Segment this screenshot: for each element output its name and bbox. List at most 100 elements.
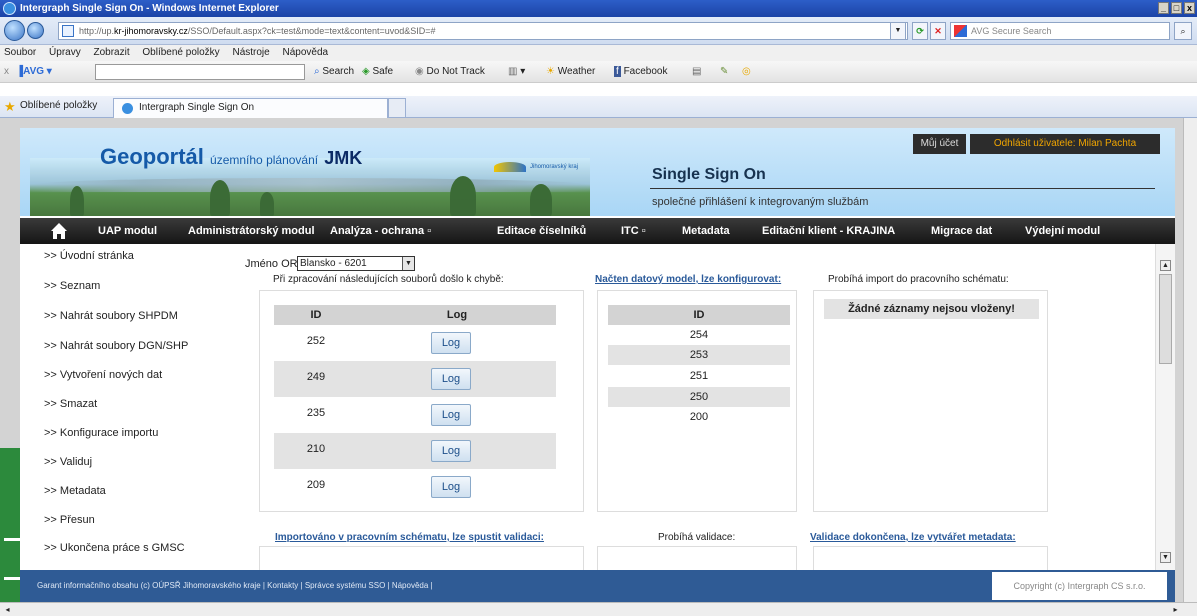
sidebar-item-uvod[interactable]: >> Úvodní stránka xyxy=(44,250,134,262)
scroll-thumb[interactable] xyxy=(1159,274,1172,364)
menu-upravy[interactable]: Úpravy xyxy=(49,47,81,58)
nav-migrace-dat[interactable]: Migrace dat xyxy=(931,218,992,244)
sidebar-item-ukoncena[interactable]: >> Ukončena práce s GMSC xyxy=(44,542,185,554)
loaded-row[interactable]: 253 xyxy=(608,345,790,365)
avg-button[interactable]: ▐AVG ▾ xyxy=(16,65,52,79)
tree-shape xyxy=(450,176,476,216)
print-icon[interactable]: ▤ xyxy=(692,65,701,79)
window-titlebar: Intergraph Single Sign On - Windows Inte… xyxy=(0,0,1197,17)
eye-icon: ◉ xyxy=(415,66,424,77)
sidebar-item-dgn-shp[interactable]: >> Nahrát soubory DGN/SHP xyxy=(44,340,188,352)
address-dropdown[interactable]: ▼ xyxy=(890,22,906,40)
nav-uap-modul[interactable]: UAP modul xyxy=(98,218,157,244)
sso-divider xyxy=(650,188,1155,189)
avg-toolbar: x ▐AVG ▾ ⌕ Search ◈ Safe ◉ Do Not Track … xyxy=(0,61,1197,83)
footer-links[interactable]: Garant informačního obsahu (c) OÚPSŘ Jih… xyxy=(37,581,433,590)
imported-panel-title[interactable]: Importováno v pracovním schématu, lze sp… xyxy=(275,532,544,543)
forward-icon[interactable] xyxy=(27,22,44,39)
menu-oblibene[interactable]: Oblíbené položky xyxy=(142,47,219,58)
validating-panel-title: Probíhá validace: xyxy=(658,532,736,543)
weather-button[interactable]: ☀ Weather xyxy=(546,65,595,79)
logout-button[interactable]: Odhlásit uživatele: Milan Pachta xyxy=(970,134,1160,154)
loaded-row[interactable]: 254 xyxy=(608,325,790,345)
sidebar-item-shpdm[interactable]: >> Nahrát soubory SHPDM xyxy=(44,310,178,322)
magnifier-icon: ⌕ xyxy=(314,66,320,77)
address-field[interactable]: http://up.kr-jihomoravsky.cz/SSO/Default… xyxy=(58,22,908,40)
sidebar-item-validuj[interactable]: >> Validuj xyxy=(44,456,92,468)
nav-metadata[interactable]: Metadata xyxy=(682,218,730,244)
toolbar-search-label: Search xyxy=(322,66,355,77)
nav-vydejni-modul[interactable]: Výdejní modul xyxy=(1025,218,1100,244)
log-button[interactable]: Log xyxy=(431,440,471,462)
nav-editace-ciselniku[interactable]: Editace číselníků xyxy=(497,218,586,244)
menu-zobrazit[interactable]: Zobrazit xyxy=(94,47,130,58)
log-button[interactable]: Log xyxy=(431,476,471,498)
address-host: kr-jihomoravsky.cz xyxy=(114,26,188,36)
search-input[interactable]: AVG Secure Search xyxy=(950,22,1170,40)
ie-icon xyxy=(3,2,16,15)
nav-admin-modul[interactable]: Administrátorský modul xyxy=(188,218,315,244)
sidebar-item-seznam[interactable]: >> Seznam xyxy=(44,280,100,292)
kraj-logo-text: Jihomoravský kraj xyxy=(530,164,579,170)
orp-select[interactable]: Blansko - 6201 ▼ xyxy=(297,256,415,271)
loaded-row[interactable]: 251 xyxy=(608,365,790,387)
main-nav: UAP modul Administrátorský modul Analýza… xyxy=(20,218,1175,244)
errors-panel: ID Log 252 Log 249 Log 235 Log 210 Log 2… xyxy=(259,290,584,512)
log-button[interactable]: Log xyxy=(431,368,471,390)
close-toolbar-icon[interactable]: x xyxy=(4,65,9,79)
toolbar-search-input[interactable] xyxy=(95,64,305,80)
address-path: /SSO/Default.aspx?ck=test&mode=text&cont… xyxy=(187,26,436,36)
sidebar-item-vytvoreni[interactable]: >> Vytvoření nových dat xyxy=(44,369,162,381)
weather-icon: ☀ xyxy=(546,66,555,77)
sidebar-item-konfigurace[interactable]: >> Konfigurace importu xyxy=(44,427,158,439)
refresh-icon[interactable]: ⟳ xyxy=(912,22,928,40)
nav-analyza[interactable]: Analýza - ochrana ▫ xyxy=(330,218,431,244)
log-button[interactable]: Log xyxy=(431,404,471,426)
my-account-button[interactable]: Můj účet xyxy=(913,134,966,154)
nav-editacni-klient[interactable]: Editační klient - KRAJINA xyxy=(762,218,895,244)
browser-content: Geoportál územního plánování JMK Jihomor… xyxy=(0,118,1197,602)
scroll-right-icon[interactable]: ▸ xyxy=(1170,604,1181,615)
minimize-button[interactable]: _ xyxy=(1158,2,1169,14)
menu-bar: Soubor Úpravy Zobrazit Oblíbené položky … xyxy=(0,45,1197,61)
favorites-label[interactable]: Oblíbené položky xyxy=(20,100,97,111)
new-tab-button[interactable] xyxy=(388,98,406,118)
tab-sso[interactable]: Intergraph Single Sign On xyxy=(113,98,388,118)
tab-label: Intergraph Single Sign On xyxy=(139,102,255,113)
trash-dropdown[interactable]: ▥ ▾ xyxy=(508,65,525,79)
page-scrollbar[interactable] xyxy=(1183,118,1197,602)
scroll-down-icon[interactable]: ▼ xyxy=(1160,552,1171,563)
horizontal-scrollbar[interactable]: ◂ ▸ xyxy=(0,602,1197,616)
menu-nastroje[interactable]: Nástroje xyxy=(232,47,269,58)
home-icon[interactable] xyxy=(50,222,68,240)
close-button[interactable]: x xyxy=(1184,2,1195,14)
toolbar-search-button[interactable]: ⌕ Search xyxy=(314,65,354,79)
inner-scrollbar[interactable]: ▲ ▼ xyxy=(1155,244,1175,570)
maximize-button[interactable]: □ xyxy=(1171,2,1182,14)
facebook-button[interactable]: f Facebook xyxy=(614,65,667,79)
menu-napoveda[interactable]: Nápověda xyxy=(283,47,329,58)
loaded-panel-title[interactable]: Načten datový model, lze konfigurovat: xyxy=(595,274,781,285)
safe-button[interactable]: ◈ Safe xyxy=(362,65,393,79)
no-records-message: Žádné záznamy nejsou vloženy! xyxy=(824,299,1039,319)
main-content: Jméno ORP: Blansko - 6201 ▼ Při zpracová… xyxy=(235,244,1155,570)
sidebar-item-presun[interactable]: >> Přesun xyxy=(44,514,95,526)
validated-panel-title[interactable]: Validace dokončena, lze vytvářet metadat… xyxy=(810,532,1016,543)
tree-shape xyxy=(70,186,84,216)
nav-itc[interactable]: ITC ▫ xyxy=(621,218,646,244)
loaded-row[interactable]: 250 xyxy=(608,387,790,407)
scroll-up-icon[interactable]: ▲ xyxy=(1160,260,1171,271)
sidebar-item-metadata[interactable]: >> Metadata xyxy=(44,485,106,497)
menu-soubor[interactable]: Soubor xyxy=(4,47,36,58)
search-icon[interactable]: ⌕ xyxy=(1174,22,1192,40)
safe-label: Safe xyxy=(372,66,394,77)
log-button[interactable]: Log xyxy=(431,332,471,354)
dnt-button[interactable]: ◉ Do Not Track xyxy=(415,65,485,79)
stop-icon[interactable]: ✕ xyxy=(930,22,946,40)
edit-icon[interactable]: ✎ xyxy=(720,65,728,79)
zoom-icon[interactable]: ◎ xyxy=(742,65,751,79)
loaded-row[interactable]: 200 xyxy=(608,407,790,427)
scroll-left-icon[interactable]: ◂ xyxy=(2,604,13,615)
sidebar-item-smazat[interactable]: >> Smazat xyxy=(44,398,97,410)
back-icon[interactable] xyxy=(4,20,25,41)
